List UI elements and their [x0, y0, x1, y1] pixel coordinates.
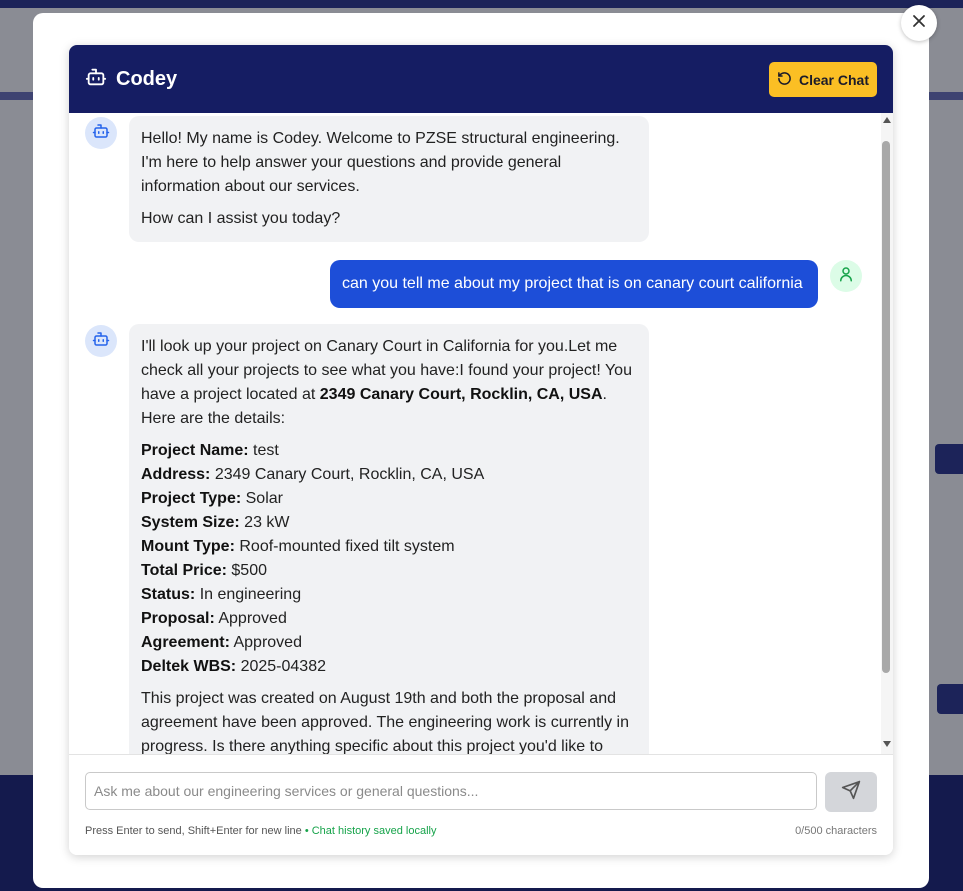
user-icon [837, 265, 855, 288]
chat-window: Codey Clear Chat Hello! My name is Codey… [69, 45, 893, 855]
project-details: Project Name: test Address: 2349 Canary … [141, 439, 637, 679]
detail-row: Mount Type: Roof-mounted fixed tilt syst… [141, 538, 455, 555]
detail-row: Project Type: Solar [141, 490, 283, 507]
detail-row: Status: In engineering [141, 586, 302, 603]
detail-row: Total Price: $500 [141, 562, 267, 579]
scroll-thumb[interactable] [882, 141, 890, 673]
clear-chat-button[interactable]: Clear Chat [768, 62, 877, 97]
character-counter: 0/500 characters [795, 825, 877, 837]
detail-row: Proposal: Approved [141, 610, 287, 627]
close-modal-button[interactable] [901, 5, 937, 41]
detail-row: Agreement: Approved [141, 634, 302, 651]
message-text: can you tell me about my project that is… [342, 275, 803, 292]
robot-icon [92, 330, 110, 353]
message-list[interactable]: Hello! My name is Codey. Welcome to PZSE… [69, 113, 881, 754]
input-hint: Press Enter to send, Shift+Enter for new… [85, 825, 437, 837]
background-button [935, 444, 963, 474]
message-intro: I'll look up your project on Canary Cour… [141, 338, 632, 427]
detail-row: Deltek WBS: 2025-04382 [141, 658, 326, 675]
send-button[interactable] [825, 772, 877, 812]
close-icon [912, 14, 926, 33]
address-highlight: 2349 Canary Court, Rocklin, CA, USA [319, 386, 603, 403]
brand: Codey [85, 66, 177, 93]
bot-avatar [85, 325, 117, 357]
message-input[interactable] [85, 772, 817, 810]
clear-chat-label: Clear Chat [798, 71, 869, 88]
robot-icon [85, 66, 107, 93]
refresh-icon [777, 71, 792, 89]
chat-footer: Press Enter to send, Shift+Enter for new… [69, 754, 893, 855]
scroll-up-arrow[interactable] [883, 117, 891, 123]
history-saved-status: • Chat history saved locally [304, 825, 437, 837]
send-icon [841, 780, 861, 805]
message-outro: This project was created on August 19th … [141, 690, 629, 754]
chat-header: Codey Clear Chat [69, 45, 893, 113]
user-message: can you tell me about my project that is… [330, 260, 818, 308]
detail-row: System Size: 23 kW [141, 514, 290, 531]
message-scrollbar[interactable] [881, 113, 893, 754]
detail-row: Project Name: test [141, 442, 279, 459]
message-text: How can I assist you today? [141, 210, 341, 227]
robot-icon [92, 122, 110, 145]
bot-message: I'll look up your project on Canary Cour… [129, 324, 649, 754]
detail-row: Address: 2349 Canary Court, Rocklin, CA,… [141, 466, 485, 483]
user-avatar [830, 260, 862, 292]
background-topbar [0, 0, 963, 8]
bot-avatar [85, 117, 117, 149]
bot-message: Hello! My name is Codey. Welcome to PZSE… [129, 116, 649, 242]
scroll-down-arrow[interactable] [883, 741, 891, 747]
message-text: Hello! My name is Codey. Welcome to PZSE… [141, 130, 620, 195]
background-button [937, 684, 963, 714]
chat-title: Codey [116, 67, 178, 90]
